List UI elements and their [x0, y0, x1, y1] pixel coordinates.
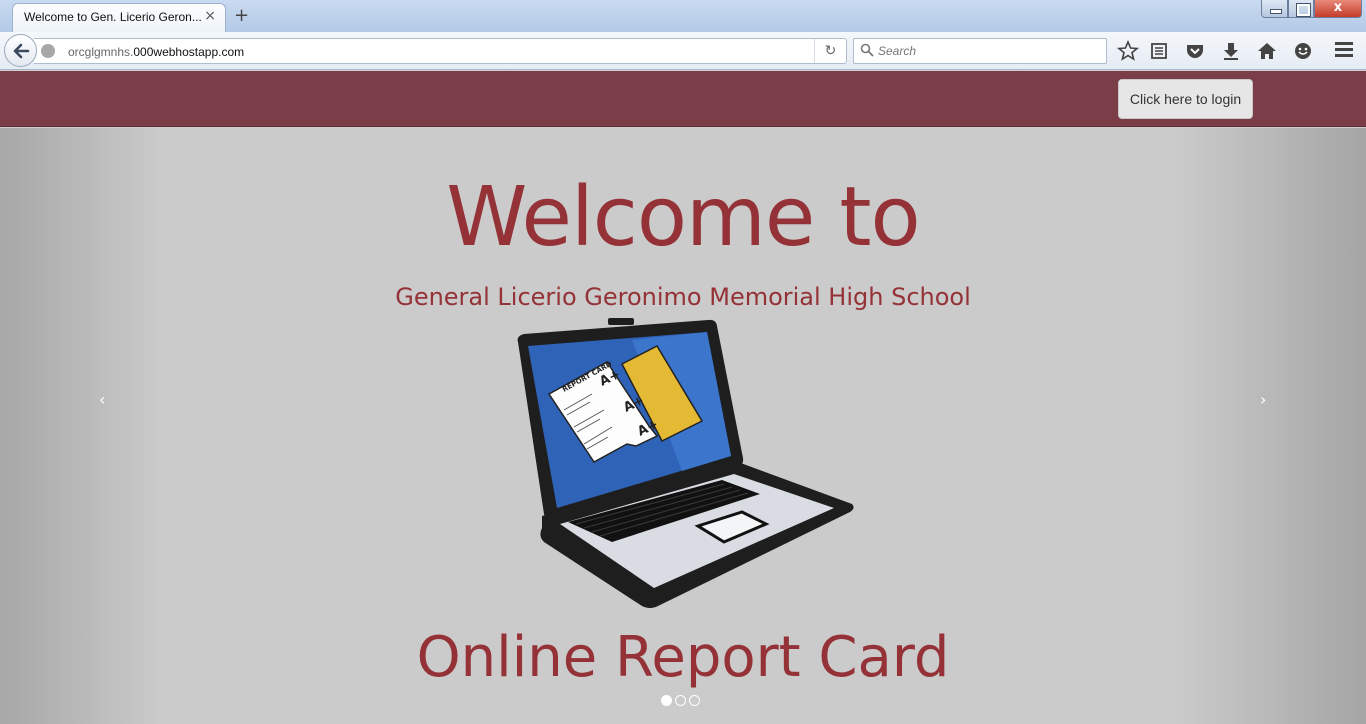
new-tab-button[interactable]: +	[234, 5, 249, 26]
carousel-indicators	[661, 691, 703, 710]
bookmarks-list-icon[interactable]	[1148, 40, 1170, 62]
search-bar[interactable]	[853, 38, 1107, 64]
url-subdomain: orcglgmnhs.	[68, 45, 134, 59]
carousel-indicator-3[interactable]	[689, 695, 700, 706]
window-close-button[interactable]: x	[1314, 0, 1362, 18]
window-minimize-button[interactable]	[1261, 0, 1288, 18]
site-header: Click here to login	[0, 71, 1366, 127]
browser-navbar: orcglgmnhs.000webhostapp.com ↻	[0, 32, 1366, 70]
url-text[interactable]: orcglgmnhs.000webhostapp.com	[68, 45, 244, 59]
home-icon[interactable]	[1256, 40, 1278, 62]
laptop-report-card-image: REPORT CARD A+ A+ A+	[517, 318, 854, 608]
slide-caption: Online Report Card	[416, 625, 950, 690]
back-button[interactable]	[4, 34, 37, 67]
browser-tab[interactable]: Welcome to Gen. Licerio Geron... ×	[12, 3, 226, 33]
carousel-prev-icon[interactable]: ‹	[99, 390, 105, 409]
hamburger-menu-icon[interactable]	[1335, 42, 1353, 60]
slide-title: Welcome to	[446, 170, 920, 265]
carousel-indicator-2[interactable]	[675, 695, 686, 706]
pocket-icon[interactable]	[1184, 40, 1206, 62]
hero-carousel: Welcome to General Licerio Geronimo Memo…	[0, 128, 1366, 724]
window-maximize-button[interactable]	[1288, 0, 1314, 18]
download-icon[interactable]	[1220, 40, 1242, 62]
search-input[interactable]	[878, 41, 1098, 61]
reload-icon[interactable]: ↻	[814, 39, 846, 63]
bookmark-star-icon[interactable]	[1117, 40, 1139, 62]
site-info-icon[interactable]	[41, 44, 55, 58]
login-button[interactable]: Click here to login	[1118, 79, 1253, 119]
url-domain: 000webhostapp.com	[133, 45, 245, 59]
search-icon	[860, 43, 874, 57]
url-bar[interactable]: orcglgmnhs.000webhostapp.com ↻	[34, 38, 847, 64]
browser-titlebar: Welcome to Gen. Licerio Geron... × + x	[0, 0, 1366, 33]
tab-title: Welcome to Gen. Licerio Geron...	[24, 10, 202, 24]
back-arrow-icon	[13, 43, 30, 59]
carousel-indicator-1[interactable]	[661, 695, 672, 706]
slide-subtitle: General Licerio Geronimo Memorial High S…	[395, 283, 971, 311]
carousel-next-icon[interactable]: ›	[1260, 390, 1266, 409]
tab-close-icon[interactable]: ×	[204, 8, 216, 24]
hello-chat-icon[interactable]	[1292, 40, 1314, 62]
